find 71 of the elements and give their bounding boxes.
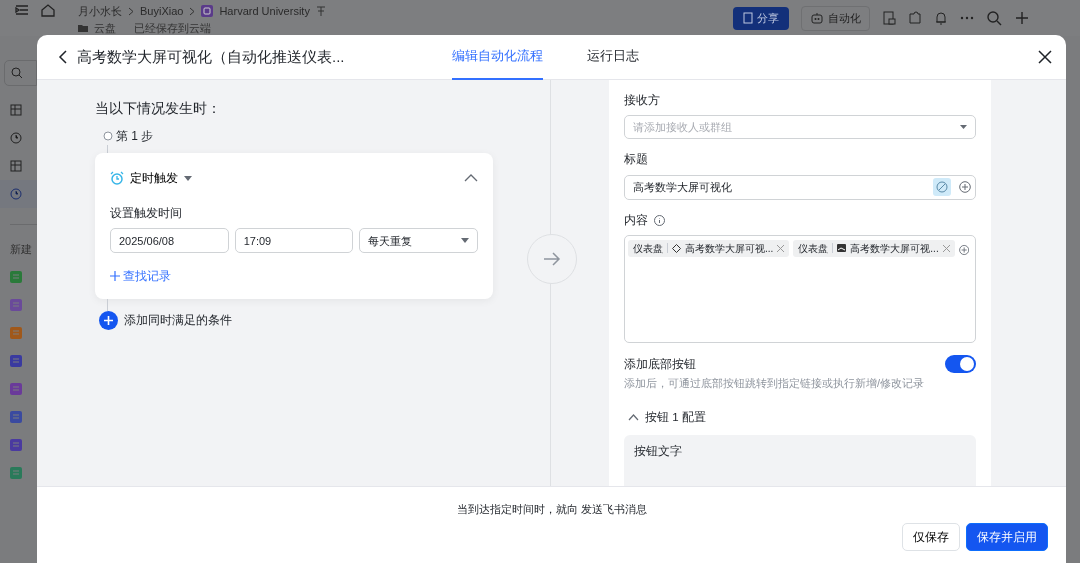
app-logo-icon xyxy=(201,5,214,18)
plus-icon[interactable] xyxy=(1014,10,1030,27)
save-button[interactable]: 仅保存 xyxy=(902,523,960,551)
date-field[interactable]: 2025/06/08 xyxy=(110,228,229,254)
breadcrumb-link[interactable]: 月小水长 xyxy=(78,3,122,20)
search-icon xyxy=(11,67,23,79)
field-label: 内容 xyxy=(624,212,648,228)
step-label: 第 1 步 xyxy=(116,128,154,145)
plus-icon xyxy=(110,271,120,282)
repeat-dropdown[interactable]: 每天重复 xyxy=(359,228,478,254)
collapse-icon xyxy=(628,414,639,422)
field-label: 标题 xyxy=(624,152,649,168)
menu-icon[interactable] xyxy=(14,3,30,17)
sidebar-item[interactable] xyxy=(0,180,37,208)
field-label: 设置触发时间 xyxy=(110,206,183,221)
document-icon xyxy=(743,12,753,25)
style-icon[interactable] xyxy=(933,178,951,196)
content-editor[interactable]: 仪表盘 高考数学大屏可视... 仪表盘 高考数学大屏可视... xyxy=(624,234,976,343)
tab[interactable]: 运行日志 xyxy=(587,35,639,80)
content-tag[interactable]: 仪表盘 高考数学大屏可视... xyxy=(628,239,790,257)
time-field[interactable]: 17:09 xyxy=(234,228,354,254)
footer-summary: 当到达指定时间时，就向 发送飞书消息 xyxy=(457,502,648,517)
dashboard-icon xyxy=(10,132,22,144)
arrow-right-icon xyxy=(543,252,561,266)
table-icon xyxy=(10,160,22,172)
field-label: 按钮文字 xyxy=(634,443,683,459)
image-icon xyxy=(837,244,847,253)
section-toggle[interactable]: 按钮 1 配置 xyxy=(628,409,706,427)
add-circle-icon[interactable] xyxy=(959,181,971,193)
location-text: 云盘 xyxy=(94,20,116,36)
chevron-right-icon xyxy=(189,6,196,16)
pin-icon[interactable] xyxy=(315,5,326,18)
title-field[interactable]: 高考数学大屏可视化 xyxy=(624,174,976,200)
search-icon[interactable] xyxy=(986,10,1002,27)
share-button[interactable]: 分享 xyxy=(733,7,789,30)
save-status: 已经保存到云端 xyxy=(134,20,211,36)
diamond-icon xyxy=(672,243,681,253)
trigger-type-dropdown[interactable]: 定时触发 xyxy=(110,169,192,187)
automation-button[interactable]: 自动化 xyxy=(801,6,870,31)
breadcrumb-link[interactable]: Harvard University xyxy=(219,3,310,20)
content-tag[interactable]: 仪表盘 高考数学大屏可视... xyxy=(793,239,955,257)
caret-icon xyxy=(461,238,469,244)
find-records-link[interactable]: 查找记录 xyxy=(110,267,171,286)
field-label: 添加底部按钮 xyxy=(624,355,696,373)
modal-title: 高考数学大屏可视化（自动化推送仪表... xyxy=(77,46,346,67)
robot-icon xyxy=(810,12,824,25)
field-label: 接收方 xyxy=(624,93,661,108)
alarm-clock-icon xyxy=(110,171,124,185)
home-icon[interactable] xyxy=(40,3,56,17)
bell-icon[interactable] xyxy=(934,11,948,26)
section-heading: 当以下情况发生时： xyxy=(95,99,222,118)
breadcrumb-link[interactable]: BuyiXiao xyxy=(140,3,184,20)
caret-icon xyxy=(960,125,967,130)
table-icon xyxy=(10,104,22,116)
toggle-switch[interactable] xyxy=(945,354,976,373)
add-condition-button[interactable]: 添加同时满足的条件 xyxy=(99,311,232,331)
form-lock-icon[interactable] xyxy=(882,11,896,26)
dashboard-icon xyxy=(10,188,22,200)
add-circle-icon[interactable] xyxy=(958,243,969,256)
step-circle-icon xyxy=(103,131,113,141)
caret-icon xyxy=(184,175,192,181)
section-label: 新建 xyxy=(9,241,33,257)
chevron-right-icon xyxy=(128,6,134,16)
save-and-enable-button[interactable]: 保存并启用 xyxy=(966,523,1048,551)
back-icon[interactable] xyxy=(57,49,69,65)
folder-icon xyxy=(78,23,88,32)
hint-text: 添加后，可通过底部按钮跳转到指定链接或执行新增/修改记录 xyxy=(624,375,926,391)
info-icon xyxy=(654,214,665,226)
add-circle-icon xyxy=(99,311,118,331)
collapse-icon[interactable] xyxy=(464,174,478,182)
close-icon[interactable] xyxy=(1038,50,1052,64)
